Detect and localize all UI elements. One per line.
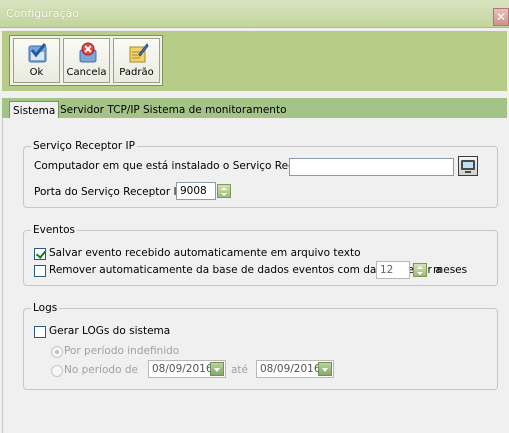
browse-computer-button[interactable] [458,156,478,176]
logs-group: Logs Gerar LOGs do sistema Por período i… [23,302,498,390]
ok-button[interactable]: Ok [13,38,60,83]
save-event-label: Salvar evento recebido automaticamente e… [49,247,361,259]
default-notepad-icon [129,43,149,63]
tab-label: Sistema de monitoramento [143,104,287,116]
tab-sistema[interactable]: Sistema [9,101,60,119]
period-label: No período de [64,364,138,376]
port-value: 9008 [180,185,207,197]
cancel-x-icon [79,42,97,63]
eventos-legend: Eventos [31,224,77,236]
tab-servidor-tcp-ip[interactable]: Servidor TCP/IP [57,101,143,119]
toolbar: Ok Cancela Padrão [9,35,163,86]
port-input[interactable]: 9008 [176,182,216,200]
cancel-button[interactable]: Cancela [63,38,110,83]
title-bar: Configuração ✕ [0,0,509,28]
browse-computer-icon [461,160,475,173]
remove-events-checkbox[interactable] [34,265,46,277]
date-to-dropdown-button[interactable] [318,362,332,376]
undefined-period-label: Por período indefinido [64,345,180,357]
save-event-checkbox[interactable] [34,248,46,260]
receptor-legend: Serviço Receptor IP [31,140,137,152]
date-to-value: 08/09/2016 [260,363,321,375]
tab-sistema-de-monitoramento[interactable]: Sistema de monitoramento [140,101,290,119]
period-radio[interactable] [51,365,63,377]
close-icon: ✕ [495,10,507,24]
months-value: 12 [380,264,394,276]
window-title: Configuração [6,7,80,20]
generate-logs-label: Gerar LOGs do sistema [49,325,171,337]
date-from-dropdown-button[interactable] [210,362,224,376]
computer-input[interactable] [289,158,454,176]
generate-logs-checkbox[interactable] [34,326,46,338]
port-label: Porta do Serviço Receptor IP [34,186,183,198]
months-spinner[interactable] [413,263,427,277]
tab-strip: Sistema Servidor TCP/IP Sistema de monit… [2,98,507,119]
ok-check-icon [28,43,47,63]
months-label: meses [433,264,468,276]
cancel-label: Cancela [66,67,107,78]
tab-label: Sistema [13,105,56,117]
tab-panel-sistema: Serviço Receptor IP Computador em que es… [2,118,507,433]
months-input[interactable]: 12 [376,261,410,279]
date-from-value: 08/09/2016 [152,363,213,375]
undefined-period-radio[interactable] [51,346,63,358]
until-label: até [231,364,249,376]
default-label: Padrão [119,67,154,78]
close-button[interactable]: ✕ [493,8,509,26]
logs-legend: Logs [31,302,60,314]
port-spinner[interactable] [217,184,231,198]
receptor-group: Serviço Receptor IP Computador em que es… [23,140,498,208]
tab-label: Servidor TCP/IP [60,104,140,116]
ok-label: Ok [29,67,44,78]
default-button[interactable]: Padrão [113,38,160,83]
eventos-group: Eventos Salvar evento recebido automatic… [23,224,498,286]
toolbar-area: Ok Cancela Padrão [2,31,507,91]
